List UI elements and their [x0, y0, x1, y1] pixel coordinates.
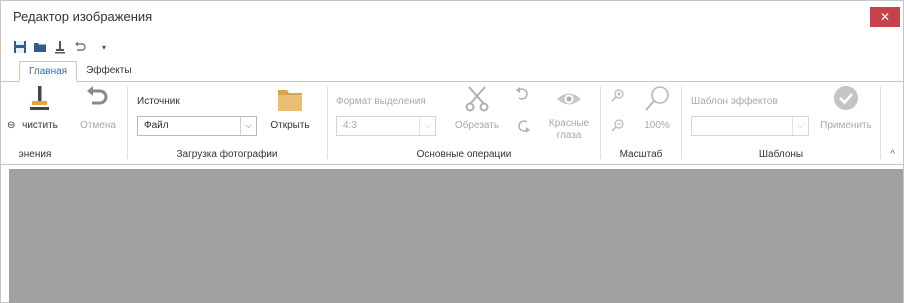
image-canvas[interactable]	[9, 169, 903, 303]
format-label: Формат выделения	[336, 96, 426, 107]
zoom-in-icon	[611, 89, 624, 102]
group-separator	[600, 86, 601, 159]
image-editor-window: Редактор изображения ✕ ▾ Главная Эффекты	[0, 0, 904, 303]
tab-home[interactable]: Главная	[19, 61, 78, 82]
clear-button[interactable]: ⊖ чистить	[7, 84, 65, 132]
folder-icon	[278, 90, 302, 111]
ribbon-tabs: Главная Эффекты	[19, 61, 141, 82]
group-label-zoom: Масштаб	[619, 149, 663, 160]
zoom-out-icon	[611, 119, 624, 132]
quick-access-toolbar: ▾	[13, 39, 109, 55]
red-eye-label-1: Красные	[548, 118, 590, 129]
crop-button[interactable]: Обрезать	[449, 84, 505, 132]
rotate-left-icon	[516, 87, 528, 100]
crop-label: Обрезать	[454, 120, 500, 131]
arrow-circle-icon: ⊖	[7, 120, 16, 131]
broom-icon	[30, 86, 49, 110]
rotate-right-button[interactable]	[513, 118, 533, 137]
chevron-down-icon[interactable]: ⌵	[419, 117, 435, 135]
open-button[interactable]: Открыть	[261, 84, 319, 132]
magnifier-icon	[645, 86, 669, 111]
tab-effects[interactable]: Эффекты	[77, 61, 140, 82]
open-folder-icon[interactable]	[33, 40, 47, 54]
template-label: Шаблон эффектов	[691, 96, 778, 107]
title-bar: Редактор изображения ✕	[1, 1, 903, 31]
template-select[interactable]: ⌵	[691, 116, 809, 136]
rotate-right-icon	[518, 120, 530, 133]
scissors-icon	[465, 86, 489, 112]
group-label-load: Загрузка фотографии	[176, 149, 278, 160]
collapse-ribbon-button[interactable]: ^	[890, 149, 895, 160]
close-button[interactable]: ✕	[870, 7, 900, 27]
undo-large-icon	[87, 86, 108, 105]
zoom-in-button[interactable]	[609, 88, 627, 105]
red-eye-label-2: глаза	[556, 130, 582, 141]
zoom-out-button[interactable]	[609, 118, 627, 135]
rotate-left-button[interactable]	[513, 86, 533, 105]
source-label: Источник	[137, 96, 180, 107]
eye-icon	[557, 93, 581, 105]
clear-icon[interactable]	[53, 40, 67, 54]
source-select[interactable]: Файл ⌵	[137, 116, 257, 136]
group-separator	[880, 86, 881, 159]
cancel-label: Отмена	[80, 120, 116, 131]
group-label-editing: энения	[18, 149, 52, 160]
group-label-templates: Шаблоны	[758, 149, 804, 160]
source-value: Файл	[144, 120, 169, 131]
red-eye-button[interactable]: Красные глаза	[541, 84, 597, 142]
open-label: Открыть	[270, 120, 310, 131]
window-title: Редактор изображения	[13, 9, 153, 24]
group-separator	[327, 86, 328, 159]
format-select[interactable]: 4:3 ⌵	[336, 116, 436, 136]
zoom-value: 100%	[644, 120, 670, 131]
zoom-100-button[interactable]: 100%	[637, 84, 677, 132]
undo-icon[interactable]	[73, 40, 87, 54]
chevron-down-icon[interactable]: ⌵	[792, 117, 808, 135]
apply-label: Применить	[820, 120, 872, 131]
qat-customize-icon[interactable]: ▾	[99, 43, 109, 52]
save-icon[interactable]	[13, 40, 27, 54]
group-separator	[127, 86, 128, 159]
chevron-down-icon[interactable]: ⌵	[240, 117, 256, 135]
apply-button[interactable]: Применить	[815, 84, 877, 132]
cancel-button[interactable]: Отмена	[77, 84, 119, 132]
format-value: 4:3	[343, 120, 357, 131]
checkmark-icon	[834, 86, 858, 110]
group-label-basic: Основные операции	[416, 149, 512, 160]
clear-label: чистить	[22, 120, 58, 131]
ribbon: ⊖ чистить Отмена энения Источник Файл ⌵ …	[1, 82, 903, 165]
group-separator	[681, 86, 682, 159]
